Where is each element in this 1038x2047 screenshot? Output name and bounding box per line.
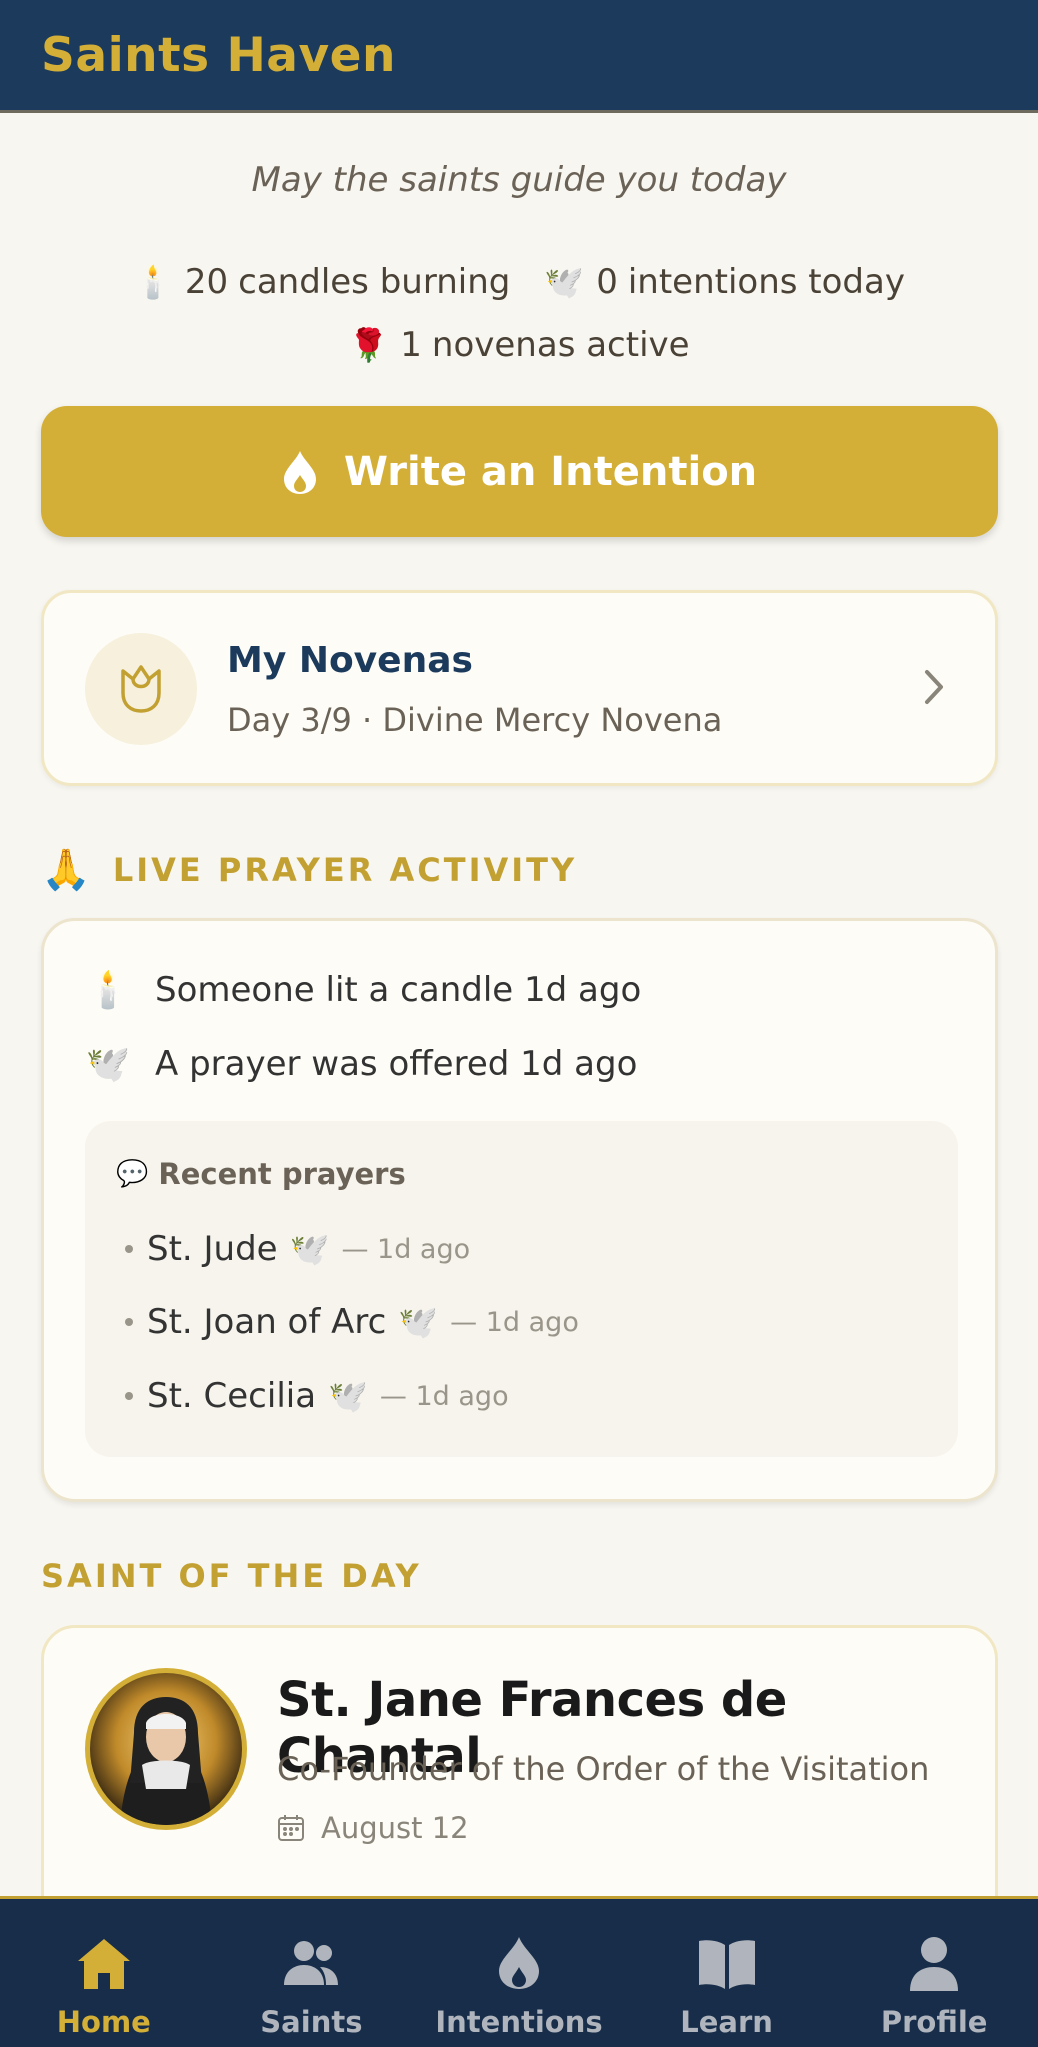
- dove-icon: 🕊️: [289, 1230, 330, 1268]
- nav-intentions[interactable]: Intentions: [415, 1899, 623, 2047]
- stat-novenas-label: novenas active: [431, 325, 690, 365]
- nav-label: Profile: [880, 2005, 988, 2039]
- candle-icon: 🕯️: [85, 970, 131, 1011]
- tagline: May the saints guide you today: [251, 160, 787, 200]
- nav-label: Learn: [680, 2005, 773, 2039]
- stat-candles-value: 20: [184, 262, 229, 302]
- recent-prayers-heading: 💬 Recent prayers: [116, 1157, 406, 1191]
- rose-outline-icon: [85, 633, 197, 745]
- rose-icon: 🌹: [348, 326, 389, 364]
- stat-candles-label: candles burning: [238, 262, 511, 302]
- stats-row: 🌹 1 novenas active: [0, 325, 1038, 365]
- novenas-title: My Novenas: [227, 640, 473, 681]
- stat-intentions: 🕊️ 0 intentions today: [544, 262, 905, 302]
- nav-home[interactable]: Home: [0, 1899, 208, 2047]
- recent-prayer-saint: St. Joan of Arc: [147, 1302, 387, 1342]
- calendar-icon: [278, 1815, 304, 1841]
- stats-row: 🕯️ 20 candles burning 🕊️ 0 intentions to…: [0, 262, 1038, 302]
- dove-icon: 🕊️: [328, 1377, 368, 1415]
- live-activity-card: 🕯️ Someone lit a candle 1d ago 🕊️ A pray…: [41, 918, 998, 1502]
- bullet: [125, 1245, 133, 1253]
- stat-candles: 🕯️ 20 candles burning: [133, 262, 510, 302]
- chevron-right-icon: [923, 669, 945, 710]
- app-header: Saints Haven: [0, 0, 1038, 113]
- flame-icon: [498, 1937, 539, 1989]
- recent-prayer-item: St. Cecilia 🕊️ — 1d ago: [125, 1376, 509, 1416]
- my-novenas-card[interactable]: My Novenas Day 3/9 · Divine Mercy Novena: [41, 590, 998, 786]
- novenas-progress: Day 3/9 · Divine Mercy Novena: [227, 701, 723, 739]
- people-icon: [284, 1941, 339, 1985]
- activity-text: Someone lit a candle 1d ago: [155, 970, 642, 1010]
- saint-feast-date: August 12: [277, 1811, 469, 1845]
- write-intention-label: Write an Intention: [343, 448, 758, 495]
- nav-saints[interactable]: Saints: [208, 1899, 416, 2047]
- recent-prayer-item: St. Jude 🕊️ — 1d ago: [125, 1229, 470, 1269]
- home-icon: [77, 1939, 130, 1989]
- nav-label: Saints: [260, 2005, 363, 2039]
- stat-intentions-label: intentions today: [627, 262, 905, 302]
- bullet: [125, 1392, 133, 1400]
- dove-icon: 🕊️: [398, 1303, 439, 1341]
- recent-prayer-time: — 1d ago: [450, 1306, 579, 1338]
- recent-prayer-time: — 1d ago: [379, 1380, 509, 1412]
- saint-date-text: August 12: [321, 1811, 469, 1845]
- activity-text: A prayer was offered 1d ago: [155, 1044, 638, 1084]
- recent-prayer-saint: St. Cecilia: [147, 1376, 317, 1416]
- praying-hands-icon: 🙏: [41, 847, 91, 893]
- write-intention-button[interactable]: Write an Intention: [41, 406, 998, 537]
- stat-novenas: 🌹 1 novenas active: [348, 325, 689, 365]
- flame-icon: [282, 449, 318, 495]
- live-activity-heading: 🙏 LIVE PRAYER ACTIVITY: [41, 846, 577, 893]
- activity-item: 🕊️ A prayer was offered 1d ago: [85, 1043, 638, 1085]
- app-title: Saints Haven: [41, 27, 396, 83]
- recent-prayers-box: 💬 Recent prayers St. Jude 🕊️ — 1d ago St…: [85, 1121, 958, 1457]
- speech-bubble-icon: 💬: [116, 1159, 149, 1189]
- saint-title: Co-Founder of the Order of the Visitatio…: [277, 1750, 930, 1788]
- recent-prayer-item: St. Joan of Arc 🕊️ — 1d ago: [125, 1302, 579, 1342]
- dove-icon: 🕊️: [544, 263, 585, 301]
- nav-label: Intentions: [435, 2005, 603, 2039]
- recent-prayer-time: — 1d ago: [341, 1233, 471, 1265]
- nav-label: Home: [56, 2005, 151, 2039]
- activity-item: 🕯️ Someone lit a candle 1d ago: [85, 969, 642, 1011]
- recent-prayer-saint: St. Jude: [147, 1229, 278, 1269]
- nav-learn[interactable]: Learn: [623, 1899, 831, 2047]
- nav-profile[interactable]: Profile: [830, 1899, 1038, 2047]
- live-activity-title: LIVE PRAYER ACTIVITY: [112, 850, 578, 889]
- bottom-nav: Home Saints Intentions Learn Profile: [0, 1896, 1038, 2047]
- bullet: [125, 1318, 133, 1326]
- candle-icon: 🕯️: [133, 263, 173, 301]
- stat-novenas-value: 1: [400, 325, 422, 365]
- saint-avatar: [85, 1668, 247, 1830]
- saint-of-day-title: SAINT OF THE DAY: [41, 1557, 422, 1595]
- book-icon: [698, 1940, 755, 1989]
- stat-intentions-value: 0: [596, 262, 618, 302]
- dove-icon: 🕊️: [85, 1044, 131, 1085]
- saint-of-day-heading: SAINT OF THE DAY: [41, 1557, 422, 1595]
- recent-prayers-title: Recent prayers: [158, 1157, 406, 1191]
- person-icon: [910, 1937, 959, 1991]
